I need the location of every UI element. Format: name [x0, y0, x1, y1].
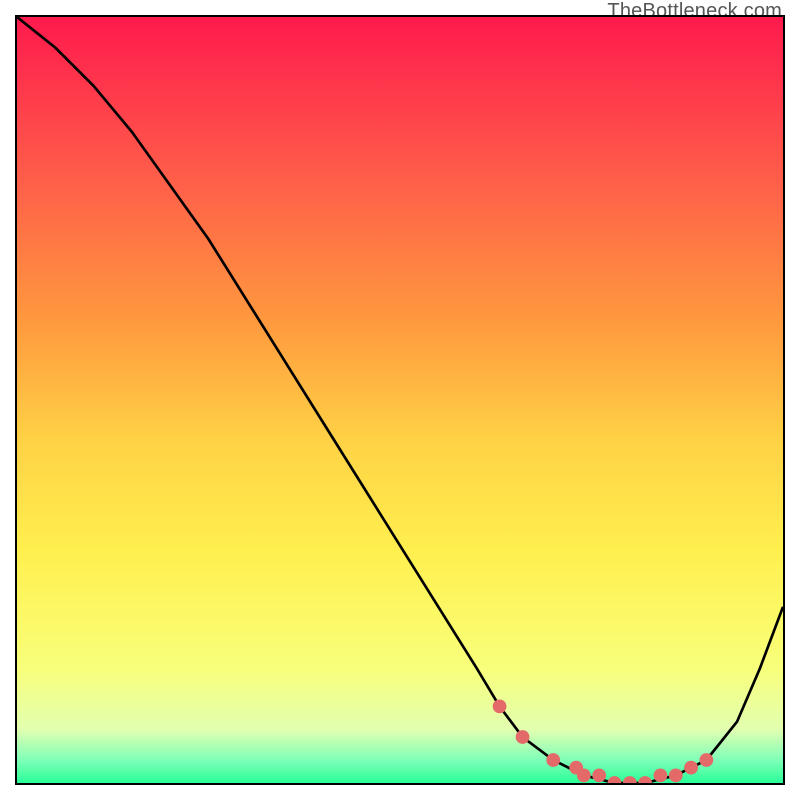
highlight-dot — [638, 776, 652, 783]
chart-svg — [17, 17, 783, 783]
highlight-dot — [546, 753, 560, 767]
highlight-dot — [608, 776, 622, 783]
highlight-dot — [700, 753, 714, 767]
highlight-dots — [493, 700, 714, 783]
highlight-dot — [577, 768, 591, 782]
highlight-dot — [592, 768, 606, 782]
chart-stage: TheBottleneck.com — [0, 0, 800, 800]
highlight-dot — [654, 768, 668, 782]
chart-frame — [15, 15, 785, 785]
highlight-dot — [623, 776, 637, 783]
highlight-dot — [493, 700, 507, 714]
highlight-dot — [684, 761, 698, 775]
curve-line — [17, 17, 783, 783]
highlight-dot — [516, 730, 530, 744]
highlight-dot — [669, 768, 683, 782]
